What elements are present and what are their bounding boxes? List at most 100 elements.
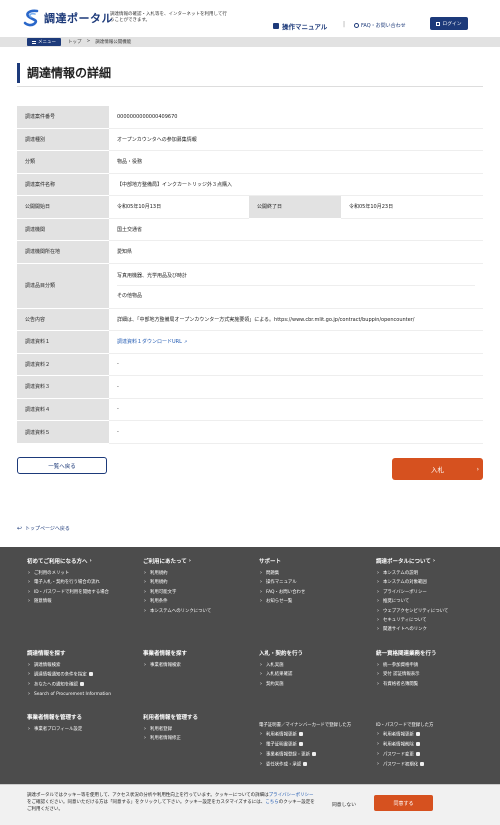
footer-link[interactable]: 利用者登録 xyxy=(143,727,253,733)
footer-link[interactable]: 事業者プロフィール設定 xyxy=(27,727,137,733)
cookie-settings-link[interactable]: こちら xyxy=(265,800,279,805)
footer-link[interactable]: 利用者情報削除 xyxy=(376,742,491,748)
row-label: 調達機関所在地 xyxy=(17,240,109,263)
footer-col-beginners: 初めてご利用になる方へ› ご利用のメリット 電子入札・契約を行う場合の流れ ID… xyxy=(27,557,137,609)
category-item: 写真用機器、光学用品及び時計 xyxy=(117,266,475,286)
login-button-label: ログイン xyxy=(442,22,462,27)
row-label: 調達資料４ xyxy=(17,397,109,421)
footer-link[interactable]: ご利用のメリット xyxy=(27,571,137,577)
bid-button-label: 入札 xyxy=(431,466,444,474)
footer-col-find-business: 事業者情報を探す 事業者情報検索 xyxy=(143,649,253,672)
footer-link[interactable]: 電子証明書更新 xyxy=(259,742,369,748)
footer-link[interactable]: 利用規約 xyxy=(143,580,253,586)
cookie-banner: 調達ポータルではクッキー等を使用して、アクセス状況の分析や利用性向上を行っていま… xyxy=(0,784,500,825)
footer-link[interactable]: Search of Procurement Information xyxy=(27,692,137,698)
category-item: その他物品 xyxy=(117,293,143,299)
breadcrumb-top[interactable]: トップ xyxy=(68,39,82,45)
footer-link[interactable]: 事業者情報検索 xyxy=(143,663,253,669)
footer-link[interactable]: 随意情報 xyxy=(27,599,137,605)
footer-link[interactable]: 本システムへのリンクについて xyxy=(143,609,253,615)
footer-link[interactable]: 利用者情報更新 xyxy=(259,732,369,738)
footer-heading: 調達情報を探す xyxy=(27,651,66,657)
procurement-detail-table: 調達案件番号 0000000000000409670 調達種別 オープンカウンタ… xyxy=(17,105,483,444)
cookie-reject-button[interactable]: 同意しない xyxy=(326,798,362,810)
table-row: 調達資料３ - xyxy=(17,375,483,399)
footer-link[interactable]: 操作マニュアル xyxy=(259,580,369,586)
footer-link[interactable]: 利用条件 xyxy=(143,599,253,605)
footer-link[interactable]: FAQ・お問い合わせ xyxy=(259,590,369,596)
lock-icon xyxy=(311,752,316,757)
row-value: 写真用機器、光学用品及び時計 その他物品 xyxy=(109,262,483,309)
faq-link[interactable]: FAQ・お問い合わせ xyxy=(354,22,406,29)
footer-link[interactable]: 調達情報検索 xyxy=(27,663,137,669)
footer-col-id-users: ID・パスワードで登録した方 利用者情報更新 利用者情報削除 パスワード変更 パ… xyxy=(376,723,491,772)
footer-col-find-procurement: 調達情報を探す 調達情報検索 調達情報通知の条件を指定 あなたへの通知を確認 S… xyxy=(27,649,137,702)
table-row: 調達資料２ - xyxy=(17,352,483,376)
row-value: - xyxy=(109,375,483,399)
privacy-policy-link[interactable]: プライバシーポリシー xyxy=(269,793,314,798)
back-to-top-link[interactable]: ↩ トップページへ戻る xyxy=(17,525,70,532)
footer-link[interactable]: 有資格者名簿閲覧 xyxy=(376,682,491,688)
row-value: オープンカウンタへの参加募集情報 xyxy=(109,127,483,151)
back-to-list-button[interactable]: 一覧へ戻る xyxy=(17,457,107,474)
row-value: 0000000000000409670 xyxy=(109,105,483,129)
footer-link[interactable]: 電子入札・契約を行う場合の流れ xyxy=(27,580,137,586)
footer-link[interactable]: プライバシーポリシー xyxy=(376,590,491,596)
footer-heading[interactable]: ご利用にあたって › xyxy=(143,557,253,565)
menu-button[interactable]: メニュー xyxy=(27,38,61,46)
footer-heading[interactable]: 初めてご利用になる方へ › xyxy=(27,557,137,565)
header-separator: | xyxy=(343,21,346,28)
footer-link[interactable]: お知らせ一覧 xyxy=(259,599,369,605)
site-logo[interactable]: 調達ポータル xyxy=(22,8,113,28)
document-download-link[interactable]: 調達資料１ダウンロードURL ↗ xyxy=(117,339,187,345)
footer-link[interactable]: 推奨について xyxy=(376,599,491,605)
document-download-label: 調達資料１ダウンロードURL xyxy=(117,339,182,346)
footer-link[interactable]: ウェブアクセシビリティについて xyxy=(376,609,491,615)
footer-link[interactable]: パスワード変更 xyxy=(376,752,491,758)
footer-heading[interactable]: 調達ポータルについて › xyxy=(376,557,491,565)
row-value: 【中部地方整備局】インクカートリッジ外３点購入 xyxy=(109,172,483,196)
footer-link[interactable]: 入札実施 xyxy=(259,663,369,669)
footer-link[interactable]: 委任状作成・承認 xyxy=(259,762,369,768)
table-row: 調達機関所在地 愛知県 xyxy=(17,240,483,264)
footer-link[interactable]: 調達情報通知の条件を指定 xyxy=(27,672,137,678)
breadcrumb-separator: > xyxy=(86,39,91,44)
row-label: 公開開始日 xyxy=(17,195,109,218)
footer-link[interactable]: 本システムの説明 xyxy=(376,571,491,577)
row-value: - xyxy=(109,352,483,376)
lock-icon xyxy=(420,762,425,767)
footer-heading: サポート xyxy=(259,559,282,565)
row-label: 調達機関 xyxy=(17,217,109,241)
footer-link[interactable]: 入札結果確認 xyxy=(259,672,369,678)
logo-text: 調達ポータル xyxy=(44,12,113,25)
footer-link[interactable]: 契約実施 xyxy=(259,682,369,688)
bid-button[interactable]: 入札 › xyxy=(392,458,483,480)
footer-link[interactable]: 本システムの対象範囲 xyxy=(376,580,491,586)
table-row: 調達品目分類 写真用機器、光学用品及び時計 その他物品 xyxy=(17,262,483,309)
footer-link[interactable]: 事業者情報登録・更新 xyxy=(259,752,369,758)
footer-link[interactable]: セキュリティについて xyxy=(376,618,491,624)
cookie-agree-button[interactable]: 同意する xyxy=(374,795,433,811)
lock-icon xyxy=(88,672,93,677)
footer-link[interactable]: 関連サイトへのリンク xyxy=(376,627,491,633)
login-button[interactable]: ログイン xyxy=(430,17,468,30)
manual-link-label: 操作マニュアル xyxy=(282,23,328,31)
breadcrumb-current: 調達情報公開機能 xyxy=(95,40,132,45)
footer-link[interactable]: パスワード初期化 xyxy=(376,762,491,768)
lock-icon xyxy=(415,742,420,747)
row-label: 調達案件番号 xyxy=(17,105,109,128)
footer-link[interactable]: 問題集 xyxy=(259,571,369,577)
footer-link[interactable]: あなたへの通知を確認 xyxy=(27,682,137,688)
footer-link[interactable]: ID・パスワードで利用を開始する場合 xyxy=(27,590,137,596)
footer-link[interactable]: 受付 認証情報表示 xyxy=(376,672,491,678)
footer-link[interactable]: 利用者情報更新 xyxy=(376,732,491,738)
question-icon xyxy=(354,23,359,28)
manual-link[interactable]: 操作マニュアル xyxy=(273,21,327,31)
row-value: - xyxy=(109,397,483,421)
lock-icon xyxy=(79,682,84,687)
footer-link[interactable]: 統一参加資格申請 xyxy=(376,663,491,669)
footer-link[interactable]: 利用規約 xyxy=(143,571,253,577)
footer-link[interactable]: 利用者情報修正 xyxy=(143,736,253,742)
footer-link[interactable]: 利用可能文字 xyxy=(143,590,253,596)
lock-icon xyxy=(303,762,308,767)
